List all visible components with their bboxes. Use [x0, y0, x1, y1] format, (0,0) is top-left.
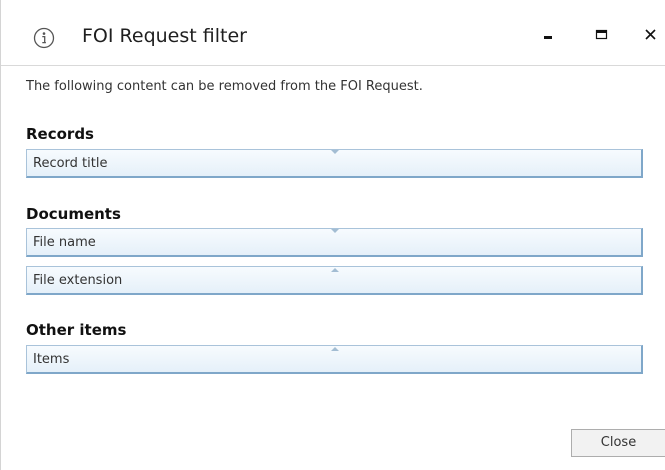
chevron-down-icon: [331, 150, 339, 154]
foi-request-filter-window: FOI Request filter The following content…: [0, 0, 665, 470]
minimize-button[interactable]: [536, 22, 564, 50]
maximize-icon: [595, 29, 608, 40]
field-label: Items: [33, 352, 70, 367]
maximize-button[interactable]: [588, 22, 616, 50]
close-icon: [645, 29, 656, 40]
field-label: Record title: [33, 156, 108, 171]
description-text: The following content can be removed fro…: [26, 79, 423, 94]
minimize-icon: [544, 36, 552, 39]
field-label: File extension: [33, 273, 123, 288]
info-icon: [33, 27, 55, 49]
chevron-down-icon: [331, 229, 339, 233]
title-bar: FOI Request filter: [1, 0, 665, 66]
section-heading-other-items: Other items: [26, 321, 127, 339]
close-window-button[interactable]: [638, 22, 665, 50]
file-extension-field[interactable]: File extension: [26, 266, 643, 295]
section-heading-records: Records: [26, 125, 94, 143]
record-title-field[interactable]: Record title: [26, 149, 643, 178]
chevron-up-icon: [331, 268, 339, 272]
field-label: File name: [33, 235, 96, 250]
close-button[interactable]: Close: [571, 429, 665, 457]
chevron-up-icon: [331, 347, 339, 351]
section-heading-documents: Documents: [26, 205, 121, 223]
window-title: FOI Request filter: [82, 25, 247, 47]
items-field[interactable]: Items: [26, 345, 643, 374]
file-name-field[interactable]: File name: [26, 228, 643, 257]
